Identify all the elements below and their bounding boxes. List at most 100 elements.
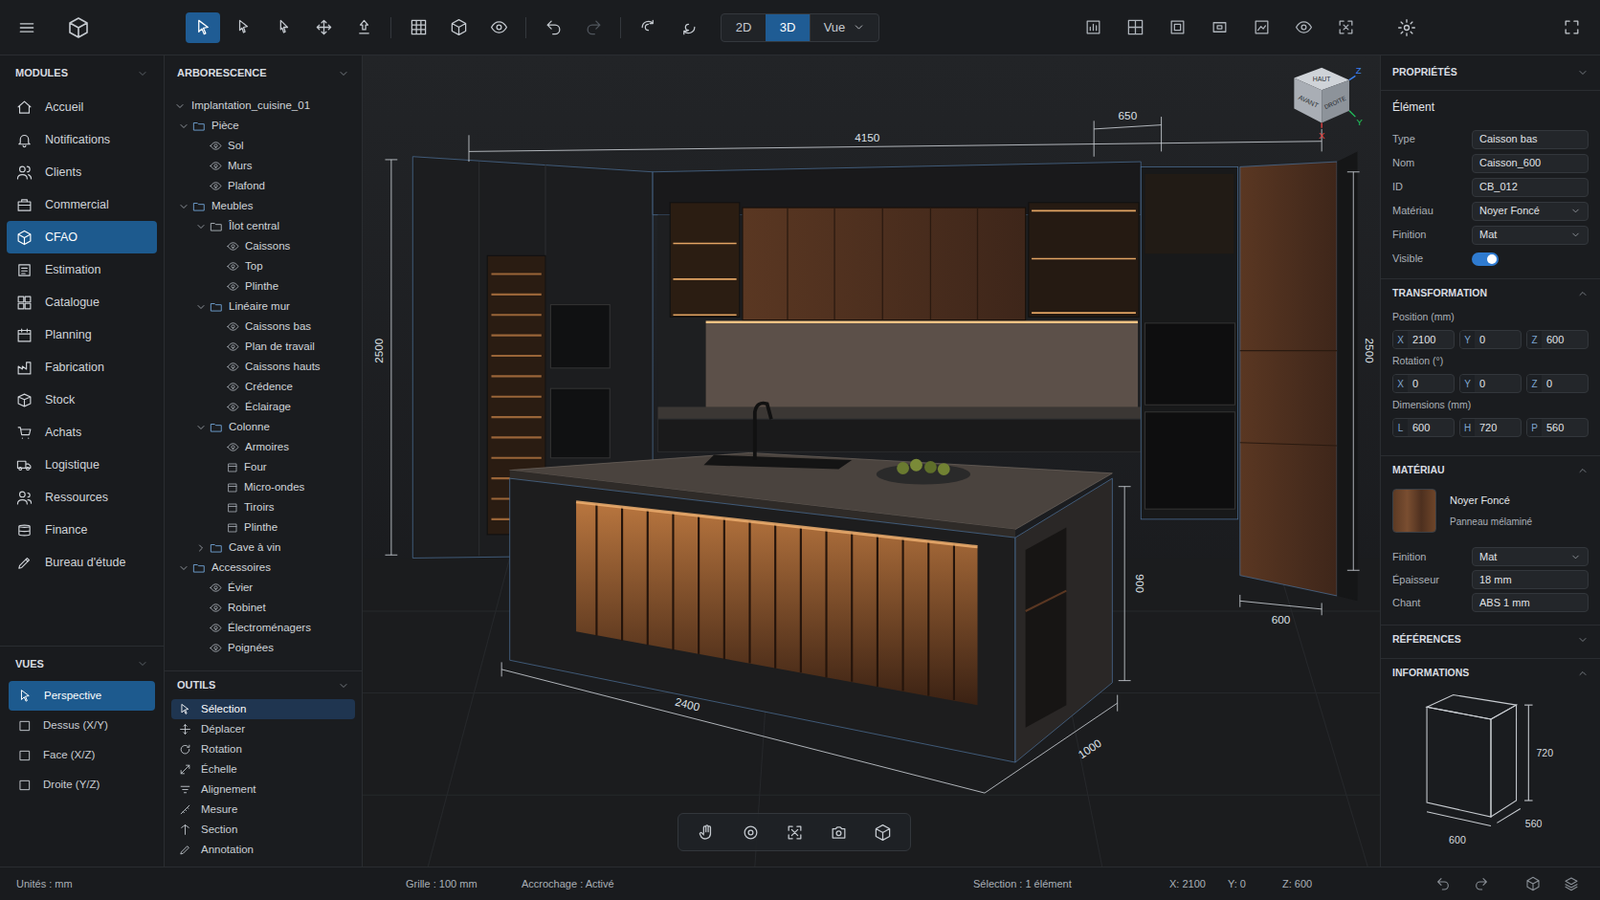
view-item[interactable]: Droite (Y/Z) [8, 770, 156, 800]
module-item[interactable]: Logistique [6, 448, 157, 482]
toolbar-button[interactable] [576, 12, 611, 44]
number-field[interactable]: L600 [1392, 418, 1455, 438]
module-item[interactable]: Fabrication [6, 351, 157, 384]
tree-node[interactable]: Îlot central [164, 216, 362, 237]
view-item[interactable]: Dessus (X/Y) [8, 711, 156, 741]
view-menu[interactable]: Vue [809, 14, 879, 42]
section-header[interactable]: PROPRIÉTÉS [1380, 55, 1600, 91]
number-field[interactable]: Z0 [1526, 374, 1589, 394]
module-item[interactable]: Catalogue [6, 286, 157, 319]
tool-item[interactable]: Alignement [171, 779, 356, 800]
toolbar-button[interactable] [1201, 12, 1237, 44]
section-header[interactable]: TRANSFORMATION [1380, 278, 1600, 308]
settings-button[interactable] [1389, 12, 1424, 44]
module-item[interactable]: Estimation [6, 253, 157, 287]
module-item[interactable]: Accueil [6, 90, 157, 124]
tree-header[interactable]: ARBORESCENCE [164, 55, 362, 91]
menu-button[interactable] [13, 14, 41, 42]
tree-node[interactable]: Caissons hauts [164, 356, 362, 378]
number-field[interactable]: X0 [1392, 374, 1455, 394]
viewport-tool[interactable] [864, 817, 901, 848]
tool-item[interactable]: Mesure [171, 800, 356, 821]
toolbar-button[interactable] [1286, 12, 1321, 44]
status-button[interactable] [1468, 872, 1494, 896]
tree-node[interactable]: Plan de travail [164, 336, 362, 357]
tree-node[interactable]: Sol [164, 135, 362, 156]
module-item[interactable]: Bureau d'étude [6, 546, 157, 579]
toolbar-button[interactable] [400, 12, 436, 44]
visible-toggle[interactable] [1471, 252, 1499, 267]
tree-node[interactable]: Cave à vin [164, 537, 362, 558]
tree-node[interactable]: Poignées [164, 638, 362, 659]
select-field[interactable]: Mat [1471, 547, 1589, 567]
tree-node[interactable]: Électroménagers [164, 618, 362, 639]
toolbar-button[interactable] [441, 12, 476, 44]
tree-node[interactable]: Éclairage [164, 397, 362, 418]
module-item[interactable]: Notifications [6, 123, 157, 156]
number-field[interactable]: Z600 [1526, 330, 1589, 350]
toolbar-button[interactable] [535, 12, 571, 44]
status-button[interactable] [1558, 872, 1584, 896]
tree-node[interactable]: Plafond [164, 176, 362, 197]
tree-node[interactable]: Accessoires [164, 557, 362, 578]
tool-item[interactable]: Échelle [171, 759, 356, 780]
toolbar-button[interactable] [670, 12, 706, 44]
text-field[interactable]: ABS 1 mm [1471, 593, 1589, 613]
select-field[interactable]: Mat [1471, 225, 1589, 245]
view-mode-tab[interactable]: 2D [721, 14, 766, 42]
viewport-tool[interactable] [776, 817, 813, 848]
toolbar-button[interactable] [481, 12, 516, 44]
tree-node[interactable]: Four [164, 457, 362, 478]
viewport-tool[interactable] [732, 817, 769, 848]
tree-node[interactable]: Implantation_cuisine_01 [164, 95, 362, 116]
section-header[interactable]: INFORMATIONS [1380, 658, 1600, 688]
tree-node[interactable]: Armoires [164, 437, 362, 458]
toolbar-button[interactable] [1244, 12, 1279, 44]
view-mode-tab[interactable]: 3D [765, 14, 810, 42]
module-item[interactable]: Ressources [6, 481, 157, 514]
viewport-3d[interactable]: 41506502500250024001000900600HAUTAVANTDR… [362, 55, 1380, 867]
tree-node[interactable]: Plinthe [164, 517, 362, 538]
tree-node[interactable]: Pièce [164, 115, 362, 136]
viewport-tool[interactable] [688, 817, 725, 848]
toolbar-button[interactable] [185, 12, 221, 44]
status-button[interactable] [1430, 872, 1456, 896]
tree-node[interactable]: Plinthe [164, 276, 362, 297]
tree-node[interactable]: Caissons bas [164, 316, 362, 337]
section-header[interactable]: MATÉRIAU [1380, 455, 1600, 485]
view-item[interactable]: Face (X/Z) [8, 740, 156, 771]
module-item[interactable]: Finance [6, 513, 157, 547]
tree-node[interactable]: Colonne [164, 417, 362, 438]
wood-swatch[interactable] [1392, 488, 1437, 534]
fullscreen-button[interactable] [1555, 12, 1587, 44]
tree-node[interactable]: Crédence [164, 377, 362, 398]
toolbar-button[interactable] [306, 12, 341, 44]
tree-node[interactable]: Linéaire mur [164, 296, 362, 317]
kitchen-scene[interactable]: 41506502500250024001000900600HAUTAVANTDR… [362, 55, 1380, 867]
module-item[interactable]: Commercial [6, 188, 157, 222]
tool-item[interactable]: Sélection [171, 699, 356, 720]
toolbar-button[interactable] [1159, 12, 1195, 44]
tool-item[interactable]: Annotation [171, 840, 356, 861]
number-field[interactable]: Y0 [1459, 330, 1522, 350]
number-field[interactable]: H720 [1459, 418, 1522, 438]
tree-node[interactable]: Évier [164, 577, 362, 599]
tree-node[interactable]: Murs [164, 155, 362, 177]
toolbar-button[interactable] [225, 12, 261, 44]
text-field[interactable]: 18 mm [1471, 570, 1589, 590]
select-field[interactable]: Noyer Foncé [1471, 201, 1589, 222]
toolbar-button[interactable] [1075, 12, 1111, 44]
modules-header[interactable]: MODULES [0, 55, 164, 91]
module-item[interactable]: Stock [6, 383, 157, 417]
tree-node[interactable]: Top [164, 256, 362, 277]
view-item[interactable]: Perspective [8, 681, 156, 712]
number-field[interactable]: P560 [1526, 418, 1589, 438]
number-field[interactable]: X2100 [1392, 330, 1455, 350]
tool-item[interactable]: Déplacer [171, 719, 356, 740]
viewport-tool[interactable] [820, 817, 857, 848]
toolbar-button[interactable] [630, 12, 666, 44]
module-item[interactable]: Achats [6, 416, 157, 449]
number-field[interactable]: Y0 [1459, 374, 1522, 394]
tree-node[interactable]: Meubles [164, 196, 362, 217]
tools-header[interactable]: OUTILS [164, 670, 362, 700]
